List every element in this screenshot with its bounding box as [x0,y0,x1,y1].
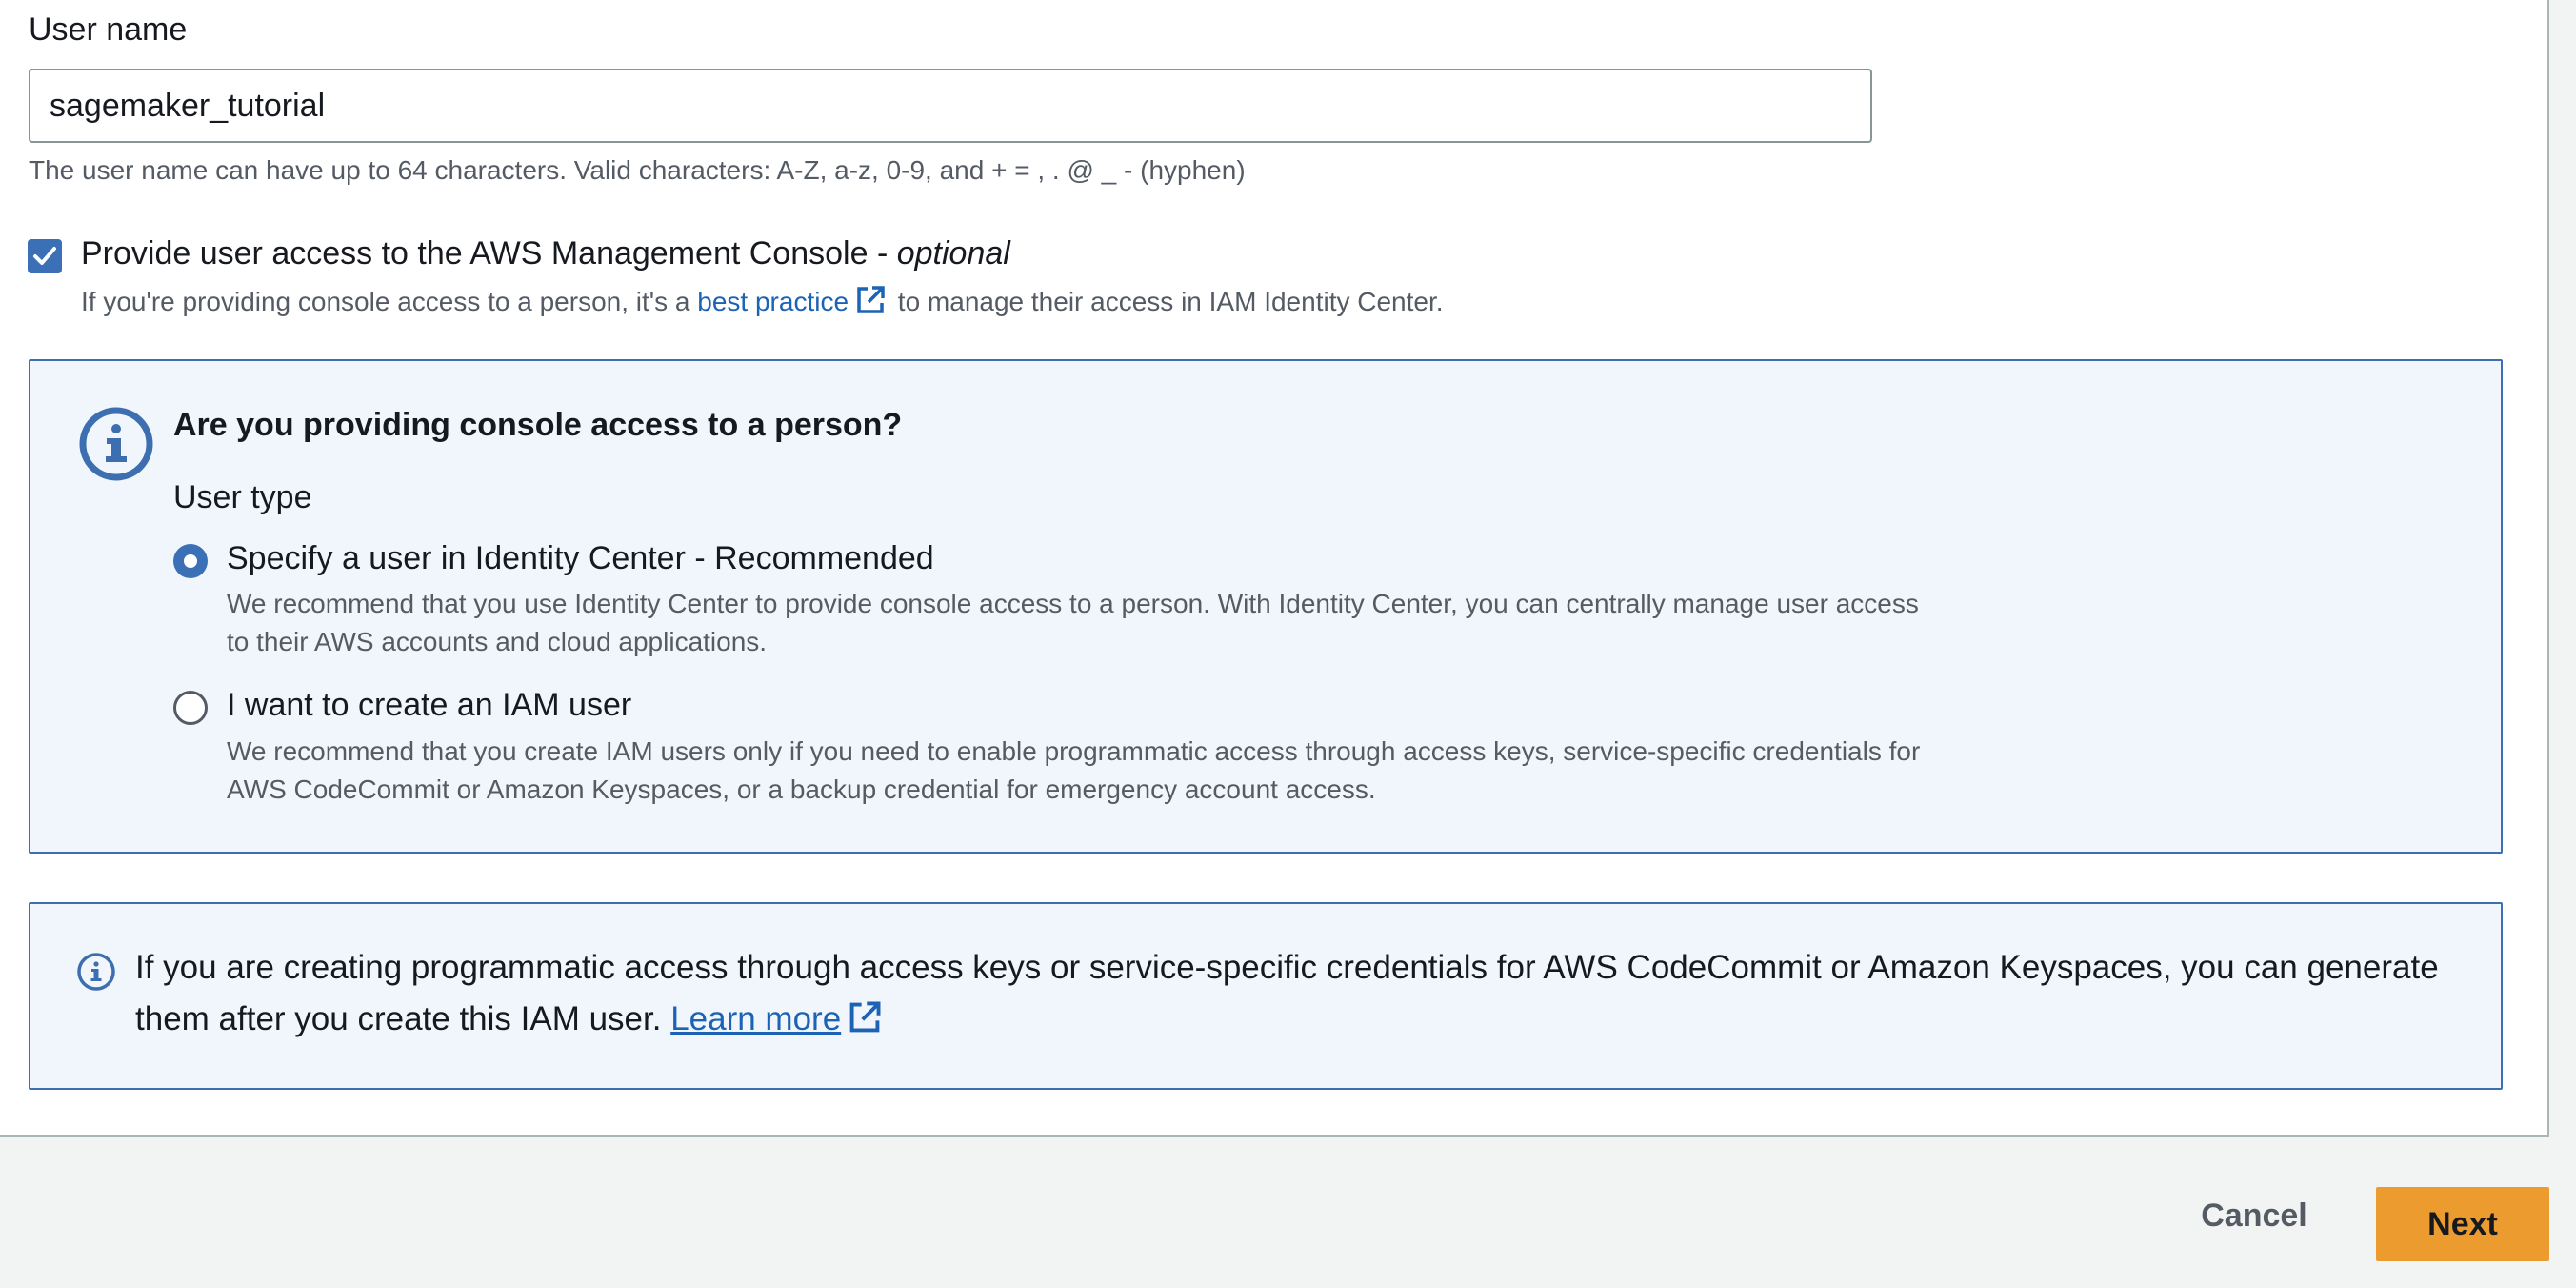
option-iam-user-description: We recommend that you create IAM users o… [227,736,1921,804]
radio-identity-center[interactable] [173,544,208,578]
console-access-description: If you're providing console access to a … [81,284,1444,323]
form-card: User name The user name can have up to 6… [0,0,2549,1137]
panel-title: Are you providing console access to a pe… [173,407,903,443]
console-access-checkbox[interactable] [28,239,62,273]
user-name-label: User name [29,11,188,48]
user-name-input[interactable] [29,69,1872,143]
external-link-icon [847,999,883,1051]
info-icon [77,953,115,991]
next-button[interactable]: Next [2376,1187,2549,1261]
external-link-icon [854,284,887,323]
programmatic-access-info-panel: If you are creating programmatic access … [29,902,2503,1090]
learn-more-link[interactable]: Learn more [670,1000,841,1037]
best-practice-link[interactable]: best practice [697,286,890,316]
info-icon [79,407,153,481]
user-type-label: User type [173,479,312,515]
user-name-hint: The user name can have up to 64 characte… [29,155,1246,185]
console-access-label[interactable]: Provide user access to the AWS Managemen… [81,235,1010,272]
console-person-info-panel: Are you providing console access to a pe… [29,359,2503,854]
programmatic-access-text: If you are creating programmatic access … [135,942,2478,1051]
option-iam-user-label[interactable]: I want to create an IAM user [227,687,631,724]
option-identity-center-label[interactable]: Specify a user in Identity Center - Reco… [227,540,934,577]
optional-label: optional [896,235,1010,272]
option-identity-center-description: We recommend that you use Identity Cente… [227,589,1919,656]
cancel-button[interactable]: Cancel [2174,1181,2334,1250]
checkmark-icon [33,247,56,265]
radio-iam-user[interactable] [173,691,208,725]
